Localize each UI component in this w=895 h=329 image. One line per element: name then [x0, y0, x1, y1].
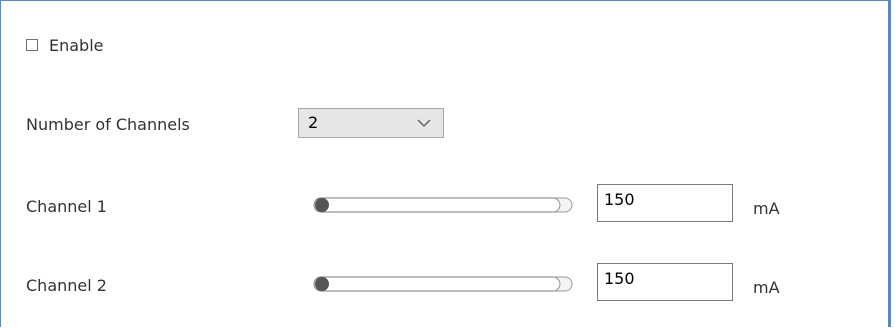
channel-1-slider-knob[interactable] — [315, 198, 329, 212]
channel-2-input[interactable]: 150 — [597, 263, 733, 301]
enable-checkbox[interactable] — [26, 39, 38, 51]
channel-1-value: 150 — [604, 190, 635, 209]
channel-1-input[interactable]: 150 — [597, 184, 733, 222]
channel-1-unit: mA — [753, 199, 780, 218]
channel-2-slider[interactable] — [313, 273, 575, 295]
channel-1-slider[interactable] — [313, 194, 575, 216]
channel-1-label: Channel 1 — [26, 197, 107, 216]
settings-panel: Enable Number of Channels 2 Channel 1 15… — [0, 0, 891, 327]
number-of-channels-label: Number of Channels — [26, 115, 190, 134]
channel-2-slider-knob[interactable] — [315, 277, 329, 291]
enable-checkbox-row[interactable]: Enable — [26, 34, 104, 56]
channel-2-label: Channel 2 — [26, 276, 107, 295]
number-of-channels-select[interactable]: 2 — [298, 108, 444, 138]
number-of-channels-value: 2 — [308, 113, 319, 132]
channel-2-value: 150 — [604, 269, 635, 288]
channel-2-unit: mA — [753, 278, 780, 297]
enable-label: Enable — [49, 35, 104, 55]
chevron-down-icon — [417, 119, 431, 127]
